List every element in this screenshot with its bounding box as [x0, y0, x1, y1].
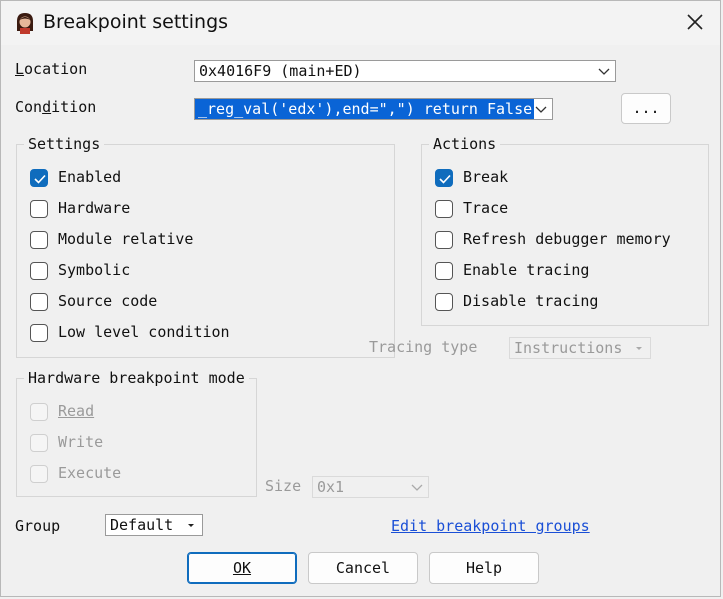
enable-tracing-label: Enable tracing [463, 261, 590, 279]
tracing-type-value: Instructions [514, 339, 623, 357]
window-title: Breakpoint settings [43, 11, 229, 33]
size-value: 0x1 [317, 478, 345, 496]
edit-breakpoint-groups-link[interactable]: Edit breakpoint groups [391, 517, 590, 535]
close-icon[interactable] [682, 9, 708, 35]
refresh-debugger-memory-label: Refresh debugger memory [463, 230, 671, 248]
execute-label: Execute [58, 464, 122, 482]
module-relative-label: Module relative [58, 230, 194, 248]
checkbox-checked-icon [435, 169, 453, 187]
hardware-label: Hardware [58, 199, 131, 217]
source-code-label: Source code [58, 292, 158, 310]
checkbox-icon [30, 262, 48, 280]
chevron-down-icon [534, 99, 548, 119]
checkbox-icon [30, 403, 48, 421]
app-icon [13, 11, 37, 35]
help-button[interactable]: Help [429, 552, 539, 584]
checkbox-icon [435, 231, 453, 249]
disable-tracing-label: Disable tracing [463, 292, 599, 310]
checkbox-checked-icon [30, 169, 48, 187]
symbolic-label: Symbolic [58, 261, 131, 279]
write-label: Write [58, 433, 104, 451]
location-combo[interactable]: 0x4016F9 (main+ED) [194, 60, 616, 82]
group-label: Group [15, 517, 61, 535]
checkbox-icon [30, 231, 48, 249]
chevron-down-icon [597, 61, 611, 81]
read-label: Read [58, 402, 95, 420]
group-value: Default [110, 516, 174, 534]
checkbox-icon [435, 262, 453, 280]
checkbox-icon [30, 200, 48, 218]
title-bar: Breakpoint settings [1, 1, 720, 45]
chevron-down-icon [410, 477, 424, 497]
location-label: Location [15, 60, 88, 78]
condition-combo[interactable]: _reg_val('edx'),end=",") return False [194, 98, 553, 120]
checkbox-icon [30, 324, 48, 342]
checkbox-icon [435, 293, 453, 311]
tracing-type-label: Tracing type [369, 338, 478, 356]
caret-down-icon [184, 515, 198, 535]
tracing-type-combo: Instructions [509, 337, 651, 359]
settings-group-title: Settings [24, 135, 105, 153]
location-value: 0x4016F9 (main+ED) [199, 62, 362, 80]
caret-down-icon [632, 338, 646, 358]
size-label: Size [265, 477, 302, 495]
break-label: Break [463, 168, 509, 186]
group-combo[interactable]: Default [105, 514, 203, 536]
trace-label: Trace [463, 199, 509, 217]
hardware-breakpoint-mode-group [16, 378, 257, 497]
ok-button[interactable]: OK [187, 552, 297, 584]
size-combo: 0x1 [312, 476, 429, 498]
condition-label: Condition [15, 98, 97, 116]
checkbox-icon [30, 293, 48, 311]
checkbox-icon [435, 200, 453, 218]
checkbox-icon [30, 434, 48, 452]
condition-browse-button[interactable]: ... [621, 93, 671, 124]
checkbox-icon [30, 465, 48, 483]
actions-group-title: Actions [429, 135, 501, 153]
ok-label: OK [232, 559, 252, 577]
cancel-button[interactable]: Cancel [308, 552, 418, 584]
condition-value[interactable]: _reg_val('edx'),end=",") return False [195, 99, 536, 119]
hardware-breakpoint-mode-title: Hardware breakpoint mode [24, 369, 249, 387]
breakpoint-settings-dialog: Breakpoint settings Location 0x4016F9 (m… [0, 0, 721, 597]
enabled-label: Enabled [58, 168, 122, 186]
low-level-condition-label: Low level condition [58, 323, 230, 341]
